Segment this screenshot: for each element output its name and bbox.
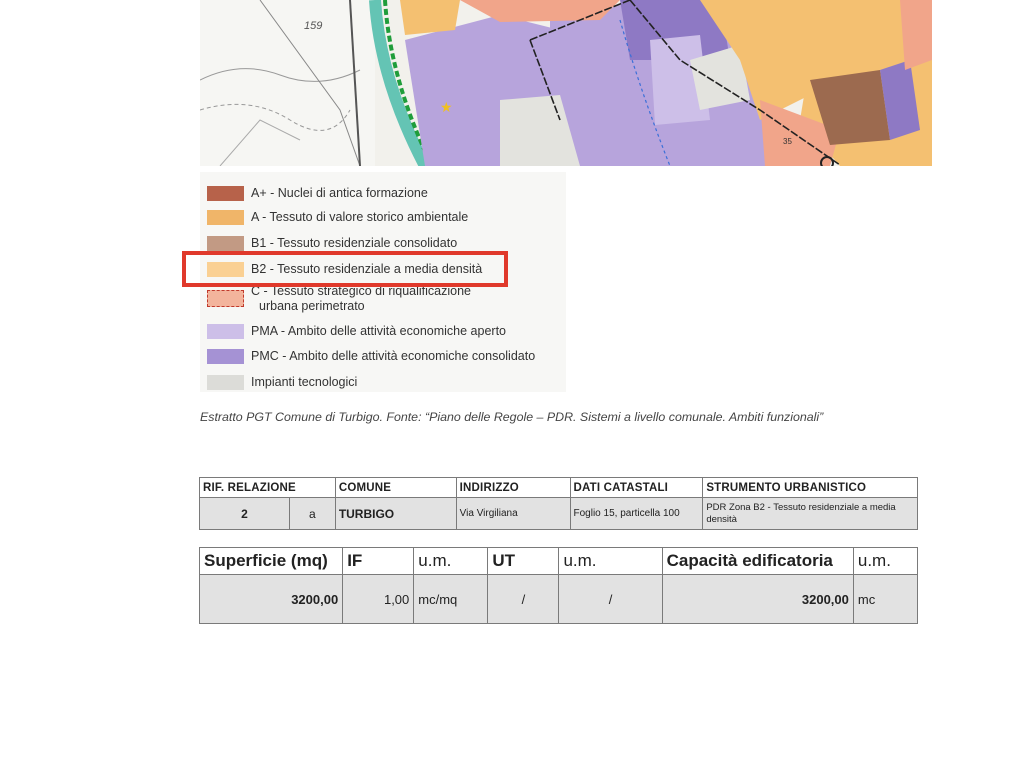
header-dati-catastali: DATI CATASTALI [569, 477, 704, 498]
legend-label: PMC - Ambito delle attività economiche c… [251, 349, 536, 363]
cell-rif-letter: a [288, 497, 336, 530]
legend-highlight-box [182, 251, 508, 287]
cell-um: mc/mq [413, 574, 489, 624]
legend-label: C - Tessuto strategico di riqualificazio… [251, 284, 471, 314]
legend-swatch [207, 375, 244, 390]
cell-superficie: 3200,00 [198, 574, 344, 624]
map-parcel-number: 159 [304, 20, 323, 32]
header-ut: UT [487, 547, 560, 575]
cell-strumento: PDR Zona B2 - Tessuto residenziale a med… [702, 497, 918, 530]
legend-swatch [207, 349, 244, 364]
table-header-row: RIF. RELAZIONE COMUNE INDIRIZZO DATI CAT… [199, 477, 918, 498]
header-if: IF [342, 547, 415, 575]
cell-comune: TURBIGO [334, 497, 457, 530]
header-um: u.m. [558, 547, 663, 575]
cell-ut: / [487, 574, 560, 624]
header-capacita: Capacità edificatoria [661, 547, 854, 575]
legend-item-a: A - Tessuto di valore storico ambientale [207, 210, 468, 225]
legend-swatch [207, 186, 244, 201]
legend-item-pmc: PMC - Ambito delle attività economiche c… [207, 349, 535, 364]
capacity-table: Superficie (mq) IF u.m. UT u.m. Capacità… [198, 547, 919, 624]
cell-indirizzo: Via Virgiliana [455, 497, 571, 530]
table-row: 2 a TURBIGO Via Virgiliana Foglio 15, pa… [199, 497, 918, 530]
map-zone-label: 35 [783, 137, 792, 146]
header-indirizzo: INDIRIZZO [455, 477, 571, 498]
cadastral-table: RIF. RELAZIONE COMUNE INDIRIZZO DATI CAT… [199, 477, 918, 530]
header-superficie: Superficie (mq) [198, 547, 344, 575]
legend-item-pma: PMA - Ambito delle attività economiche a… [207, 324, 506, 339]
header-comune: COMUNE [334, 477, 457, 498]
table-row: 3200,00 1,00 mc/mq / / 3200,00 mc [198, 574, 919, 624]
legend-swatch [207, 290, 244, 307]
cell-um: mc [852, 574, 919, 624]
header-um: u.m. [852, 547, 919, 575]
cell-um: / [558, 574, 663, 624]
header-um: u.m. [413, 547, 489, 575]
legend-label-line2: urbana perimetrato [259, 299, 365, 313]
header-rif: RIF. RELAZIONE [199, 477, 336, 498]
table-header-row: Superficie (mq) IF u.m. UT u.m. Capacità… [198, 547, 919, 575]
legend-label: PMA - Ambito delle attività economiche a… [251, 324, 506, 338]
cell-rif-number: 2 [199, 497, 290, 530]
cell-dati-catastali: Foglio 15, particella 100 [569, 497, 704, 530]
legend-item-b1: B1 - Tessuto residenziale consolidato [207, 236, 457, 251]
legend-item-a-plus: A+ - Nuclei di antica formazione [207, 186, 428, 201]
header-strumento: STRUMENTO URBANISTICO [702, 477, 918, 498]
legend-swatch [207, 210, 244, 225]
star-icon: ★ [440, 99, 453, 115]
cell-capacita: 3200,00 [661, 574, 854, 624]
map-excerpt: ★ 159 35 [200, 0, 932, 166]
legend-label: A - Tessuto di valore storico ambientale [251, 210, 469, 224]
legend-swatch [207, 236, 244, 251]
cell-if: 1,00 [342, 574, 415, 624]
legend-item-impianti: Impianti tecnologici [207, 375, 357, 390]
map-caption: Estratto PGT Comune di Turbigo. Fonte: “… [200, 410, 824, 424]
legend-item-c: C - Tessuto strategico di riqualificazio… [207, 284, 471, 314]
legend-label: Impianti tecnologici [251, 375, 358, 389]
legend-swatch [207, 324, 244, 339]
legend-label: B1 - Tessuto residenziale consolidato [251, 236, 458, 250]
legend-label: A+ - Nuclei di antica formazione [251, 186, 428, 200]
